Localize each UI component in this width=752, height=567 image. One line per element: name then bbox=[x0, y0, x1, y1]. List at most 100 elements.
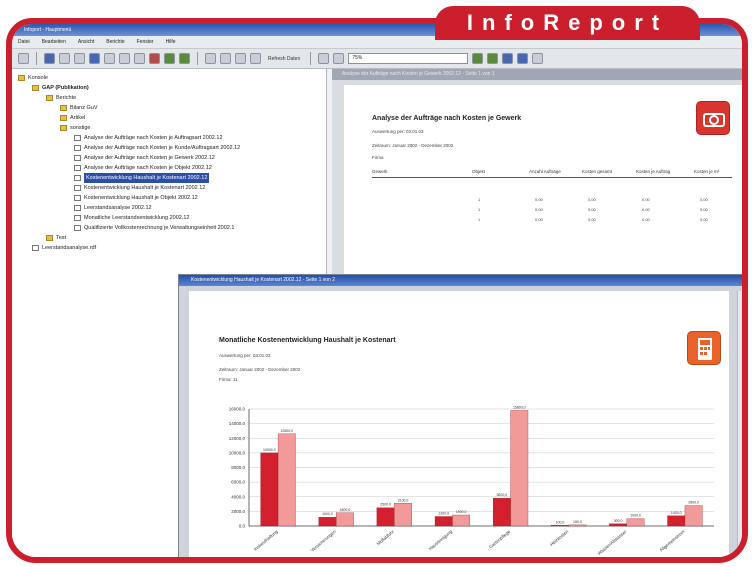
menu-file[interactable]: Datei bbox=[18, 39, 30, 45]
x-tick-label: Gartenpflege bbox=[488, 529, 512, 550]
first-page-icon[interactable] bbox=[472, 53, 484, 64]
tree-item-label: Analyse der Aufträge nach Kosten je Obje… bbox=[84, 165, 212, 171]
folder-icon bbox=[60, 124, 67, 131]
menu-window[interactable]: Fenster bbox=[137, 39, 154, 45]
zoom-out-icon[interactable] bbox=[333, 53, 345, 64]
tree-item[interactable]: Bilanz GuV bbox=[12, 103, 326, 113]
tree-item[interactable]: Kostenentwicklung Haushalt je Kostenart … bbox=[12, 173, 326, 183]
x-tick-label: Müllabfuhr bbox=[376, 529, 396, 547]
report-icon bbox=[74, 184, 81, 191]
y-tick-label: 10000,0 bbox=[229, 450, 246, 455]
y-tick-label: 16000,0 bbox=[229, 407, 246, 412]
tree-item[interactable]: Analyse der Aufträge nach Kosten je Kund… bbox=[12, 143, 326, 153]
last-page-icon[interactable] bbox=[517, 53, 529, 64]
tree-item[interactable]: Analyse der Aufträge nach Kosten je Gewe… bbox=[12, 153, 326, 163]
tree-item[interactable]: Kostenentwicklung Haushalt je Objekt 200… bbox=[12, 193, 326, 203]
y-tick-label: 2000,0 bbox=[231, 509, 245, 514]
tree-item[interactable]: Monatliche Leerstandsentwicklung 2002.12 bbox=[12, 213, 326, 223]
toolbar-separator bbox=[310, 52, 312, 65]
x-tick-label: Hausreinigung bbox=[428, 529, 454, 552]
sort-icon[interactable] bbox=[119, 53, 130, 64]
group-icon[interactable] bbox=[134, 53, 145, 64]
new-icon[interactable] bbox=[18, 53, 29, 64]
bar-data-label: 100,0 bbox=[556, 520, 565, 524]
report-icon bbox=[74, 224, 81, 231]
tree-item[interactable]: Test bbox=[12, 233, 326, 243]
prev-page-icon[interactable] bbox=[487, 53, 499, 64]
back-report-heading: Analyse der Aufträge nach Kosten je Gewe… bbox=[372, 115, 522, 122]
toolbar-separator bbox=[36, 52, 37, 65]
bar-data-label: 15800,0 bbox=[513, 405, 526, 409]
report-icon bbox=[74, 164, 81, 171]
tree-item[interactable]: Leerstandsanalyse.rdf bbox=[12, 243, 326, 253]
report-icon bbox=[74, 174, 81, 181]
bar-data-label: 3100,0 bbox=[398, 498, 409, 502]
zoom-select[interactable]: 75% bbox=[348, 53, 469, 64]
report-icon bbox=[74, 204, 81, 211]
folder-icon bbox=[46, 94, 53, 101]
table-cell: 0,00 bbox=[642, 217, 650, 222]
tree-item[interactable]: GAP (Publikation) bbox=[12, 83, 326, 93]
tree-item[interactable]: Konsole bbox=[12, 73, 326, 83]
delete-icon[interactable] bbox=[149, 53, 160, 64]
search-icon[interactable] bbox=[89, 53, 100, 64]
camera-icon bbox=[696, 101, 730, 135]
front-report-firm: Firma: 11 bbox=[219, 377, 238, 382]
bar bbox=[510, 410, 529, 527]
tree-item[interactable]: Kostenentwicklung Haushalt je Kostenart … bbox=[12, 183, 326, 193]
x-tick-label: Wasser/Abwasser bbox=[597, 529, 628, 556]
open-icon[interactable] bbox=[44, 53, 55, 64]
table-column-header: Kosten je m² bbox=[694, 169, 720, 174]
toolbar: Refresh Daten 75% bbox=[12, 49, 742, 69]
next-page-icon[interactable] bbox=[502, 53, 514, 64]
table-cell: 0,00 bbox=[700, 207, 708, 212]
zoom-in-icon[interactable] bbox=[318, 53, 330, 64]
table-column-header: Anzahl Aufträge bbox=[529, 169, 561, 174]
tree-item[interactable]: Artikel bbox=[12, 113, 326, 123]
table-cell: 0,00 bbox=[588, 207, 596, 212]
tree-item-label: sonstige bbox=[70, 125, 91, 131]
table-cell: 0,00 bbox=[535, 217, 543, 222]
table-column-header: Kosten gesamt bbox=[582, 169, 613, 174]
folder-icon bbox=[32, 84, 39, 91]
box-icon[interactable] bbox=[250, 53, 261, 64]
print-icon[interactable] bbox=[74, 53, 85, 64]
binoculars-icon[interactable] bbox=[205, 53, 216, 64]
menu-reports[interactable]: Berichte bbox=[106, 39, 124, 45]
tree-item[interactable]: Analyse der Aufträge nach Kosten je Auft… bbox=[12, 133, 326, 143]
bar-data-label: 1500,0 bbox=[456, 510, 467, 514]
bar bbox=[609, 523, 627, 527]
tree-item[interactable]: Berichte bbox=[12, 93, 326, 103]
bar-data-label: 150,0 bbox=[573, 520, 582, 524]
text-icon[interactable] bbox=[220, 53, 231, 64]
save-icon[interactable] bbox=[59, 53, 70, 64]
report-icon bbox=[74, 154, 81, 161]
bar bbox=[492, 498, 511, 527]
grid-icon[interactable] bbox=[532, 53, 544, 64]
frame-icon[interactable] bbox=[235, 53, 246, 64]
tree-item[interactable]: sonstige bbox=[12, 123, 326, 133]
tree-item-label: Berichte bbox=[56, 95, 77, 101]
tree-item[interactable]: Leerstandsanalyse 2002.12 bbox=[12, 203, 326, 213]
bar-data-label: 1000,0 bbox=[322, 512, 333, 516]
tree-item-label: Bilanz GuV bbox=[70, 105, 98, 111]
filter-icon[interactable] bbox=[104, 53, 115, 64]
tree-item-label: Qualifizierte Vollkostenrechnung je Verw… bbox=[84, 225, 235, 231]
bar bbox=[434, 516, 453, 527]
menu-help[interactable]: Hilfe bbox=[166, 39, 176, 45]
tree-item[interactable]: Analyse der Aufträge nach Kosten je Obje… bbox=[12, 163, 326, 173]
brand-tab: InfoReport bbox=[435, 6, 700, 40]
vertical-scrollbar[interactable] bbox=[737, 291, 742, 557]
y-tick-label: 12000,0 bbox=[229, 436, 246, 441]
bar bbox=[452, 514, 471, 527]
menu-view[interactable]: Ansicht bbox=[78, 39, 94, 45]
refresh-button[interactable]: Refresh Daten bbox=[265, 56, 303, 62]
bar bbox=[626, 518, 645, 527]
tree-item-label: Analyse der Aufträge nach Kosten je Kund… bbox=[84, 145, 241, 151]
import-icon[interactable] bbox=[179, 53, 190, 64]
table-cell: 1 bbox=[478, 207, 481, 212]
bar-data-label: 12600,0 bbox=[280, 429, 293, 433]
tree-item[interactable]: Qualifizierte Vollkostenrechnung je Verw… bbox=[12, 223, 326, 233]
menu-edit[interactable]: Bearbeiten bbox=[42, 39, 66, 45]
export-icon[interactable] bbox=[164, 53, 175, 64]
